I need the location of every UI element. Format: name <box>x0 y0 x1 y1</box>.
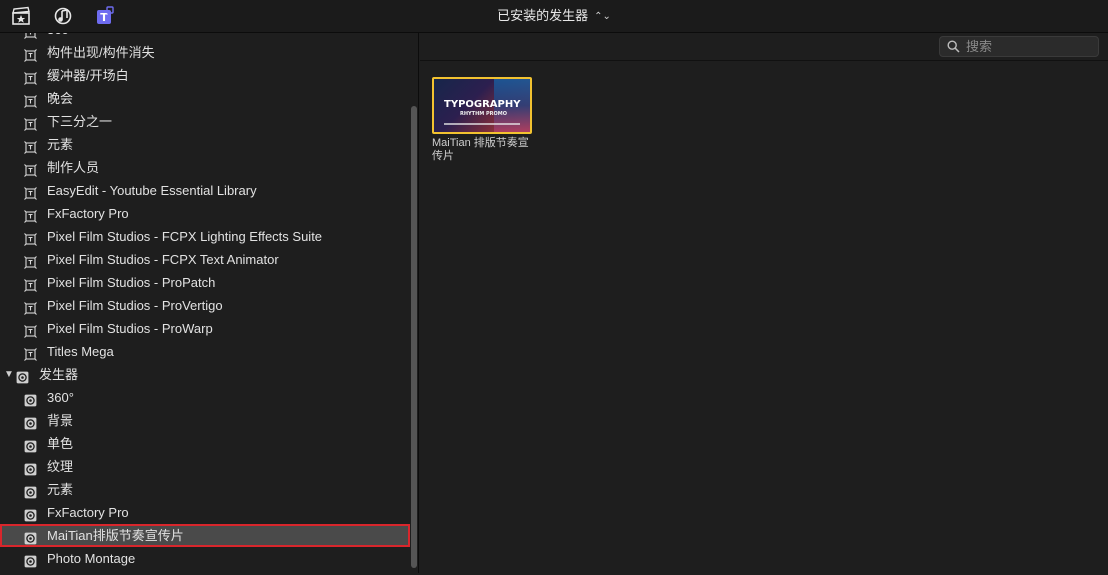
sidebar: 360°构件出现/构件消失缓冲器/开场白晚会下三分之一元素制作人员EasyEdi… <box>0 33 419 573</box>
sidebar-item-label: Pixel Film Studios - FCPX Text Animator <box>47 252 279 267</box>
sidebar-item[interactable]: Titles Mega <box>0 340 418 363</box>
sidebar-item-label: 360° <box>47 390 74 405</box>
titles-icon <box>24 322 37 338</box>
sidebar-item-label: Photo Montage <box>47 551 136 566</box>
thumbnail-subtitle-text: RHYTHM PROMO <box>460 111 507 117</box>
browser-title-selector[interactable]: 已安装的发生器 ⌃⌄ <box>497 8 611 23</box>
thumbnail-rule <box>444 123 520 125</box>
sidebar-item[interactable]: Pixel Film Studios - FCPX Text Animator <box>0 248 418 271</box>
thumbnail-title-text: TYPOGRAPHY <box>444 99 521 110</box>
generator-icon <box>24 529 37 545</box>
sidebar-item-label: 单色 <box>47 436 74 451</box>
up-down-chevron-icon: ⌃⌄ <box>594 11 611 22</box>
top-toolbar: T 已安装的发生器 ⌃⌄ <box>0 0 1108 33</box>
titles-icon <box>24 230 37 246</box>
browser-title-text: 已安装的发生器 <box>497 8 589 23</box>
sidebar-item[interactable]: Pixel Film Studios - ProPatch <box>0 271 418 294</box>
sidebar-item[interactable]: FxFactory Pro <box>0 501 418 524</box>
sidebar-item[interactable]: 单色 <box>0 432 418 455</box>
generator-icon <box>24 506 37 522</box>
sidebar-item-label: 制作人员 <box>47 160 100 175</box>
sidebar-item[interactable]: FxFactory Pro <box>0 202 418 225</box>
sidebar-item[interactable]: Pixel Film Studios - ProVertigo <box>0 294 418 317</box>
sidebar-item[interactable]: Pixel Film Studios - FCPX Lighting Effec… <box>0 225 418 248</box>
generator-icon <box>16 368 29 384</box>
sidebar-item[interactable]: 背景 <box>0 409 418 432</box>
titles-icon <box>24 46 37 62</box>
sidebar-item-label: 缓冲器/开场白 <box>47 68 129 83</box>
sidebar-item[interactable]: 纹理 <box>0 455 418 478</box>
generator-icon <box>24 483 37 499</box>
sidebar-item-label: 纹理 <box>47 459 74 474</box>
titles-icon <box>24 207 37 223</box>
sidebar-item[interactable]: 晚会 <box>0 87 418 110</box>
titles-icon <box>24 161 37 177</box>
titles-icon <box>24 69 37 85</box>
search-input[interactable] <box>966 37 1092 56</box>
sidebar-item[interactable]: Photo Montage <box>0 547 418 570</box>
sidebar-scrollbar[interactable] <box>410 33 418 573</box>
titles-icon <box>24 253 37 269</box>
titles-icon <box>24 92 37 108</box>
sidebar-item-label: 背景 <box>47 413 74 428</box>
content-browser: TYPOGRAPHY RHYTHM PROMO MaiTian 排版节奏宣传片 <box>420 33 1108 573</box>
generator-clip-thumbnail[interactable]: TYPOGRAPHY RHYTHM PROMO MaiTian 排版节奏宣传片 <box>432 77 532 163</box>
sidebar-item[interactable]: 360° <box>0 33 418 41</box>
sidebar-item-label: Pixel Film Studios - ProVertigo <box>47 298 223 313</box>
titles-icon <box>24 138 37 154</box>
sidebar-group-generators[interactable]: ▼ 发生器 <box>0 363 418 386</box>
sidebar-item-label: 360° <box>47 33 74 41</box>
titles-icon <box>24 276 37 292</box>
sidebar-item-label: Pixel Film Studios - ProWarp <box>47 321 213 336</box>
sidebar-item[interactable]: EasyEdit - Youtube Essential Library <box>0 179 418 202</box>
sidebar-item-label: EasyEdit - Youtube Essential Library <box>47 183 257 198</box>
sidebar-item[interactable]: 构件出现/构件消失 <box>0 41 418 64</box>
sidebar-item[interactable]: Pixel Film Studios - ProWarp <box>0 317 418 340</box>
sidebar-item-label: FxFactory Pro <box>47 505 129 520</box>
clip-thumbnail-image[interactable]: TYPOGRAPHY RHYTHM PROMO <box>432 77 532 134</box>
titles-generators-icon[interactable]: T <box>95 6 115 26</box>
sidebar-item-label: Pixel Film Studios - FCPX Lighting Effec… <box>47 229 323 244</box>
sidebar-list: 360°构件出现/构件消失缓冲器/开场白晚会下三分之一元素制作人员EasyEdi… <box>0 33 418 570</box>
sidebar-item[interactable]: 制作人员 <box>0 156 418 179</box>
clapper-star-icon[interactable] <box>11 6 31 26</box>
sidebar-item-label: 元素 <box>47 482 74 497</box>
sidebar-item-label: 发生器 <box>39 367 79 382</box>
sidebar-scroll-thumb[interactable] <box>411 106 417 568</box>
titles-icon <box>24 184 37 200</box>
sidebar-item-label: FxFactory Pro <box>47 206 129 221</box>
sidebar-item-label: 晚会 <box>47 91 74 106</box>
sidebar-item[interactable]: 缓冲器/开场白 <box>0 64 418 87</box>
generator-icon <box>24 391 37 407</box>
clip-label: MaiTian 排版节奏宣传片 <box>432 137 529 162</box>
titles-icon <box>24 345 37 361</box>
search-box[interactable] <box>939 36 1099 57</box>
generator-icon <box>24 414 37 430</box>
sidebar-item-label: 元素 <box>47 137 74 152</box>
music-note-icon[interactable] <box>53 6 73 26</box>
sidebar-item-label: Pixel Film Studios - ProPatch <box>47 275 216 290</box>
disclosure-triangle-icon[interactable]: ▼ <box>4 363 14 386</box>
search-icon <box>947 40 960 53</box>
sidebar-item-label: 构件出现/构件消失 <box>47 45 155 60</box>
browser-title: 已安装的发生器 ⌃⌄ <box>0 0 1108 32</box>
generator-icon <box>24 460 37 476</box>
sidebar-item[interactable]: 元素 <box>0 478 418 501</box>
sidebar-item-label: MaiTian排版节奏宣传片 <box>47 528 184 543</box>
generator-icon <box>24 437 37 453</box>
titles-icon <box>24 299 37 315</box>
content-toolbar <box>420 33 1108 61</box>
sidebar-item[interactable]: 下三分之一 <box>0 110 418 133</box>
titles-icon <box>24 33 37 39</box>
sidebar-item-label: 下三分之一 <box>47 114 113 129</box>
generator-icon <box>24 552 37 568</box>
sidebar-item[interactable]: 元素 <box>0 133 418 156</box>
titles-icon <box>24 115 37 131</box>
sidebar-item[interactable]: 360° <box>0 386 418 409</box>
sidebar-item[interactable]: MaiTian排版节奏宣传片 <box>0 524 410 547</box>
sidebar-item-label: Titles Mega <box>47 344 114 359</box>
